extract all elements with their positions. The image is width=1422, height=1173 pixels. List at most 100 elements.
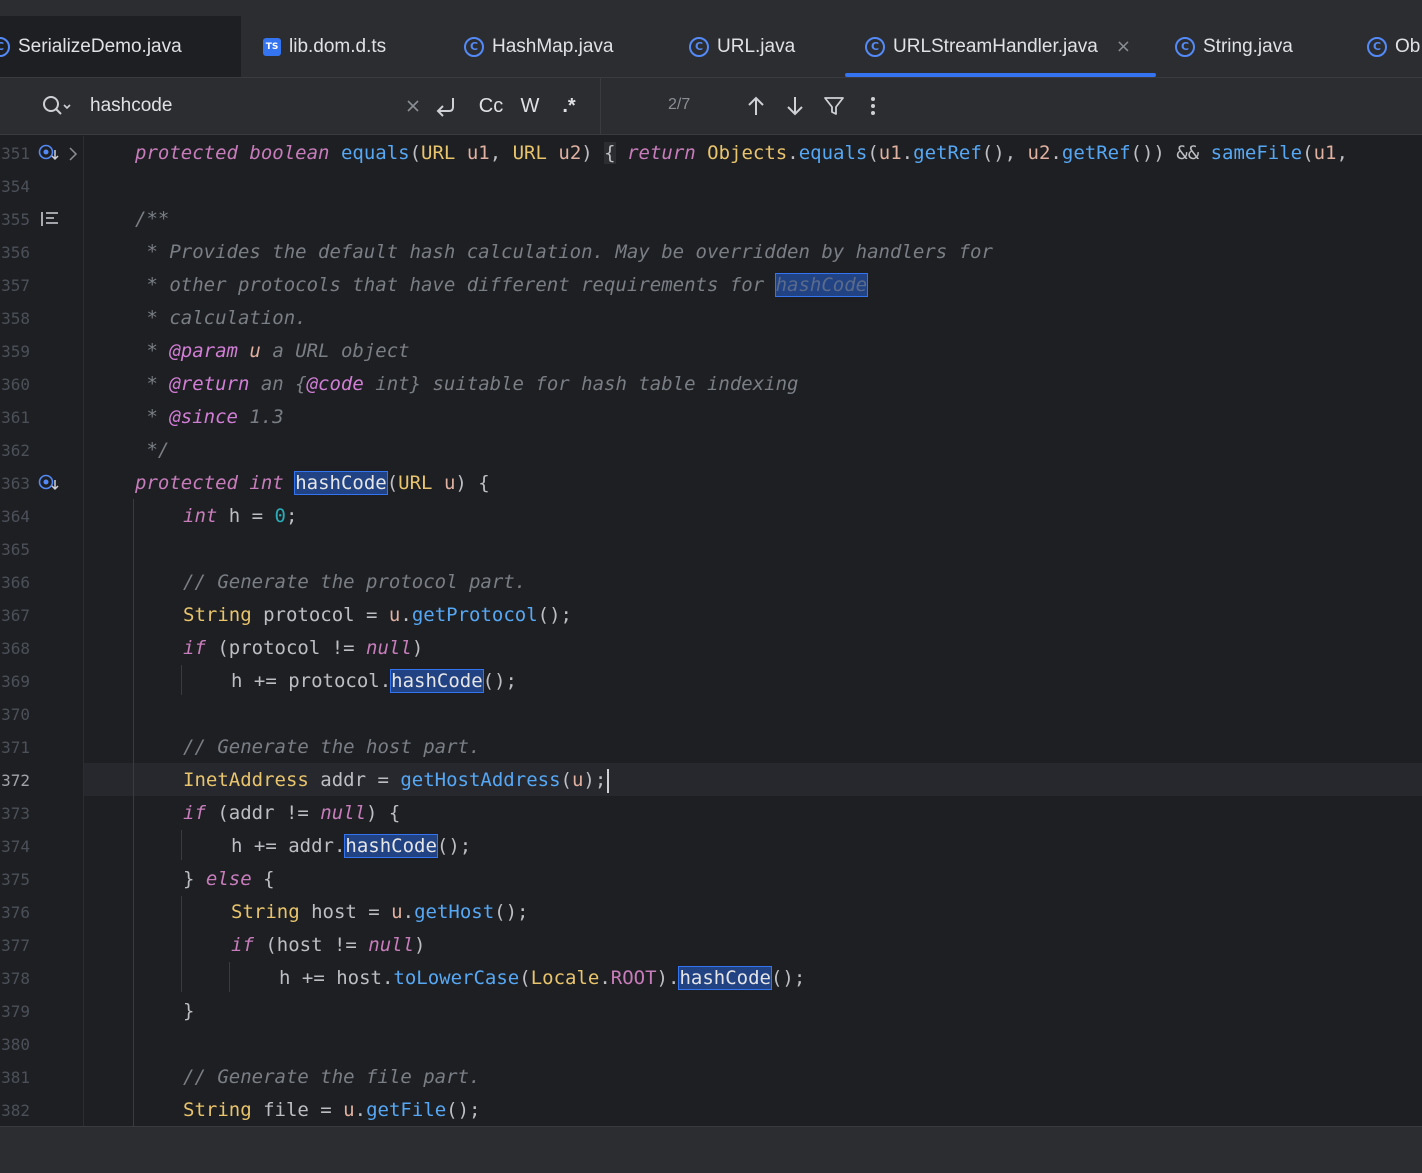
line-number: 366 bbox=[1, 573, 30, 592]
new-line-button[interactable] bbox=[432, 90, 462, 122]
line-number: 354 bbox=[1, 177, 30, 196]
chevron-right-icon[interactable] bbox=[68, 146, 78, 162]
search-icon[interactable] bbox=[40, 93, 72, 119]
code-line: int h = 0; bbox=[183, 505, 298, 527]
words-button[interactable]: W bbox=[516, 90, 544, 122]
code-editor[interactable]: 351 354 355 356 357 358 359 360 361 362 … bbox=[0, 136, 1422, 1126]
code-line: h += protocol.hashCode(); bbox=[231, 669, 517, 693]
window-top-strip bbox=[0, 0, 1422, 16]
clear-search-button[interactable] bbox=[403, 90, 423, 122]
line-number: 370 bbox=[1, 705, 30, 724]
line-number: 367 bbox=[1, 606, 30, 625]
filter-button[interactable] bbox=[820, 90, 848, 122]
rendered-doc-icon[interactable] bbox=[40, 210, 60, 228]
overrides-method-icon[interactable] bbox=[38, 144, 64, 164]
match-count: 2/7 bbox=[668, 96, 691, 113]
line-number: 382 bbox=[1, 1101, 30, 1120]
search-match: hashCode bbox=[294, 471, 388, 495]
find-bar: Cc W .* 2/7 bbox=[0, 78, 1422, 135]
class-icon: C bbox=[865, 36, 885, 57]
line-number: 380 bbox=[1, 1035, 30, 1054]
line-number-current: 372 bbox=[1, 771, 30, 790]
class-icon: C bbox=[464, 36, 484, 57]
tab-label: URLStreamHandler.java bbox=[893, 35, 1098, 57]
tab-label: Ob bbox=[1395, 35, 1421, 57]
search-match: hashCode bbox=[678, 966, 772, 990]
more-options-button[interactable] bbox=[860, 90, 886, 122]
ts-icon: TS bbox=[263, 37, 281, 56]
line-number: 375 bbox=[1, 870, 30, 889]
code-line: * Provides the default hash calculation.… bbox=[135, 241, 993, 263]
line-number: 378 bbox=[1, 969, 30, 988]
filter-icon bbox=[824, 97, 844, 115]
close-icon[interactable]: × bbox=[1116, 36, 1131, 57]
line-number: 376 bbox=[1, 903, 30, 922]
search-match: hashCode bbox=[774, 273, 869, 297]
code-line: } else { bbox=[183, 868, 275, 890]
line-number: 359 bbox=[1, 342, 30, 361]
code-line: * other protocols that have different re… bbox=[135, 273, 869, 297]
class-icon: C bbox=[0, 36, 10, 57]
arrow-down-icon bbox=[787, 97, 803, 116]
tab-label: HashMap.java bbox=[492, 35, 614, 57]
new-line-icon bbox=[436, 98, 454, 117]
code-line: if (protocol != null) bbox=[183, 637, 424, 659]
class-icon: C bbox=[689, 36, 709, 57]
line-number: 371 bbox=[1, 738, 30, 757]
code-line: String host = u.getHost(); bbox=[231, 901, 529, 923]
line-number: 368 bbox=[1, 639, 30, 658]
more-vertical-icon bbox=[871, 97, 875, 115]
line-number: 358 bbox=[1, 309, 30, 328]
overrides-method-icon[interactable] bbox=[38, 474, 64, 494]
indent-guide bbox=[133, 499, 134, 1126]
next-occurrence-button[interactable] bbox=[781, 90, 809, 122]
line-number: 351 bbox=[1, 144, 30, 163]
code-line: h += addr.hashCode(); bbox=[231, 834, 472, 858]
line-number: 361 bbox=[1, 408, 30, 427]
class-icon: C bbox=[1367, 36, 1387, 57]
line-number: 374 bbox=[1, 837, 30, 856]
code-line: * @return an {@code int} suitable for ha… bbox=[135, 373, 799, 395]
tab-string-java[interactable]: C String.java bbox=[1175, 16, 1293, 77]
line-number: 364 bbox=[1, 507, 30, 526]
tab-hashmap-java[interactable]: C HashMap.java bbox=[464, 16, 613, 77]
line-number: 357 bbox=[1, 276, 30, 295]
code-line: */ bbox=[135, 439, 170, 461]
code-line: // Generate the file part. bbox=[183, 1066, 481, 1088]
tab-label: SerializeDemo.java bbox=[18, 35, 182, 57]
search-input[interactable] bbox=[90, 90, 400, 122]
line-number: 381 bbox=[1, 1068, 30, 1087]
search-match: hashCode bbox=[390, 669, 484, 693]
tab-label: lib.dom.d.ts bbox=[289, 35, 387, 57]
regex-button[interactable]: .* bbox=[554, 90, 584, 122]
line-number: 379 bbox=[1, 1002, 30, 1021]
code-line: // Generate the host part. bbox=[183, 736, 481, 758]
text-caret bbox=[607, 768, 610, 793]
editor-tab-bar: C SerializeDemo.java TS lib.dom.d.ts C H… bbox=[0, 16, 1422, 78]
code-line: protected boolean equals(URL u1, URL u2)… bbox=[135, 142, 1348, 164]
code-line: String protocol = u.getProtocol(); bbox=[183, 604, 572, 626]
code-line: String file = u.getFile(); bbox=[183, 1099, 481, 1121]
code-line: * @param u a URL object bbox=[135, 340, 410, 362]
code-line: if (host != null) bbox=[231, 934, 426, 956]
line-number: 365 bbox=[1, 540, 30, 559]
line-number: 369 bbox=[1, 672, 30, 691]
code-line: * calculation. bbox=[135, 307, 307, 329]
folded-region[interactable]: { bbox=[604, 142, 616, 164]
tab-serializedemo-java[interactable]: C SerializeDemo.java bbox=[0, 16, 241, 77]
tab-ob-truncated[interactable]: C Ob bbox=[1367, 16, 1420, 77]
line-number-gutter: 351 354 355 356 357 358 359 360 361 362 … bbox=[0, 136, 84, 1126]
line-number: 355 bbox=[1, 210, 30, 229]
tab-lib-dom-d-ts[interactable]: TS lib.dom.d.ts bbox=[263, 16, 386, 77]
tab-url-java[interactable]: C URL.java bbox=[689, 16, 795, 77]
tab-label: URL.java bbox=[717, 35, 796, 57]
match-case-button[interactable]: Cc bbox=[474, 90, 508, 122]
search-match: hashCode bbox=[344, 834, 438, 858]
code-area[interactable]: protected boolean equals(URL u1, URL u2)… bbox=[135, 136, 1422, 1126]
code-line: if (addr != null) { bbox=[183, 802, 401, 824]
code-line-current: InetAddress addr = getHostAddress(u); bbox=[183, 764, 610, 797]
previous-occurrence-button[interactable] bbox=[742, 90, 770, 122]
tab-urlstreamhandler-java[interactable]: C URLStreamHandler.java × bbox=[845, 16, 1156, 77]
code-line: /** bbox=[135, 208, 170, 230]
line-number: 362 bbox=[1, 441, 30, 460]
